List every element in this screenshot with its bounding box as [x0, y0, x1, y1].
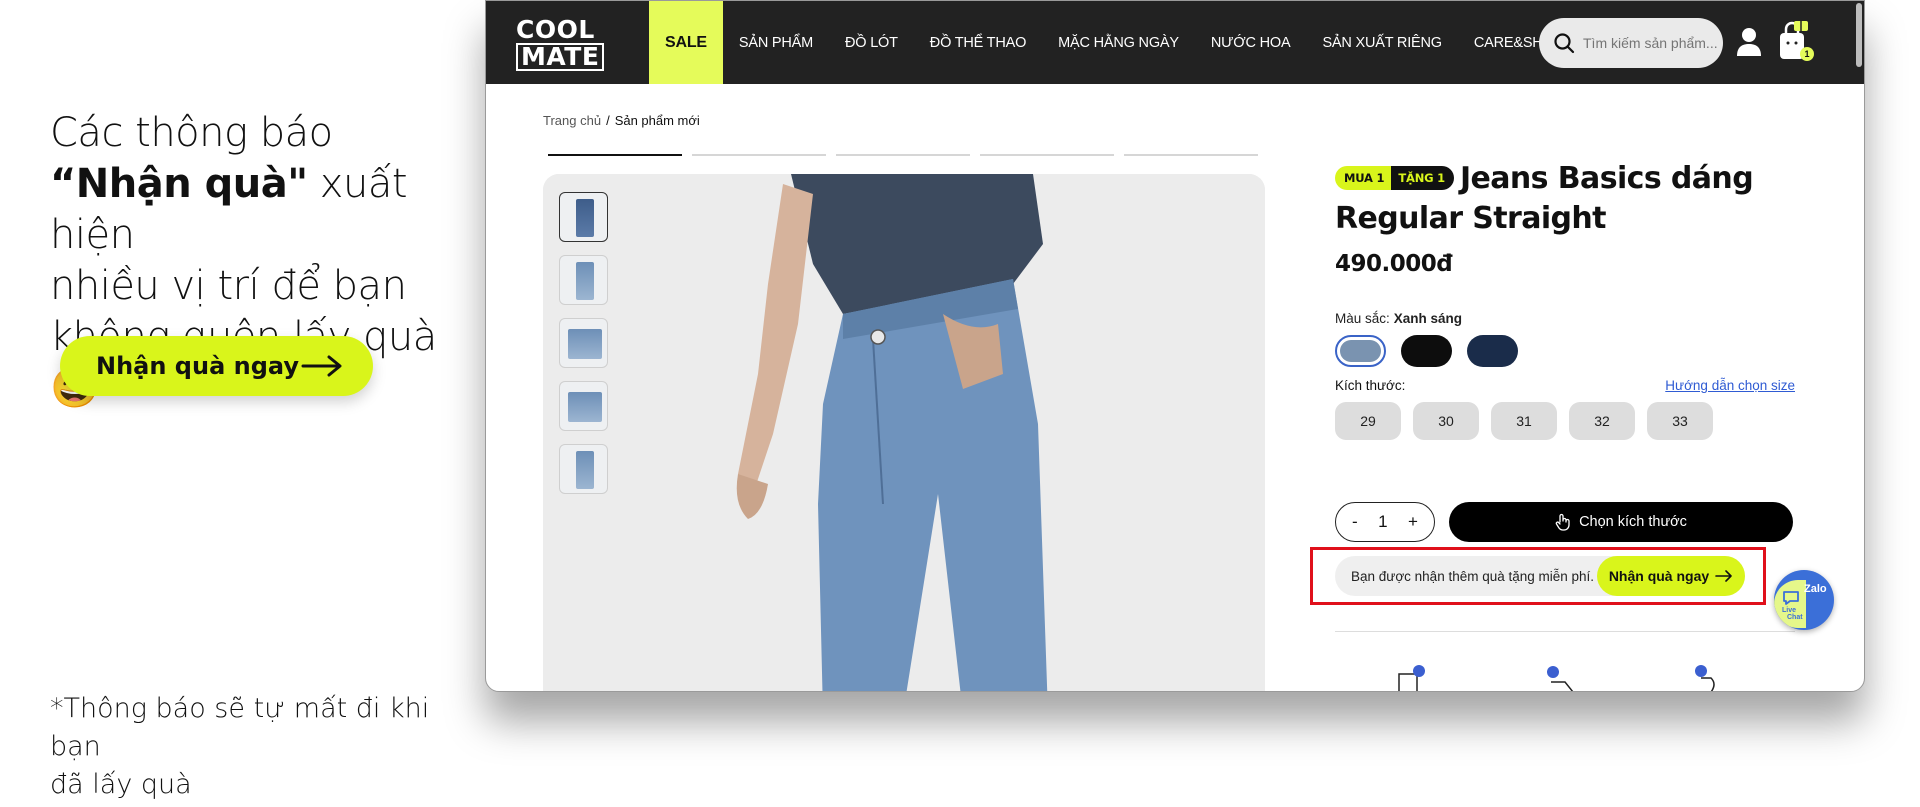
choose-size-label: Chọn kích thước: [1579, 514, 1687, 530]
color-label: Màu sắc: Xanh sáng: [1335, 311, 1463, 326]
color-swatch-light-blue[interactable]: [1335, 335, 1386, 367]
size-option[interactable]: 32: [1569, 402, 1635, 440]
color-swatch-navy[interactable]: [1467, 335, 1518, 367]
choose-size-button[interactable]: Chọn kích thước: [1449, 502, 1793, 542]
thumbnail[interactable]: [559, 255, 608, 305]
size-option[interactable]: 31: [1491, 402, 1557, 440]
breadcrumb-home[interactable]: Trang chủ: [543, 113, 601, 128]
promo-footnote: *Thông báo sẽ tự mất đi khi bạn đã lấy q…: [50, 693, 430, 800]
highlight-frame: [1310, 547, 1766, 605]
cart-count-badge: 1: [1800, 47, 1814, 61]
gallery-progress-bar[interactable]: [692, 154, 826, 156]
purchase-row: - 1 + Chọn kích thước: [1335, 502, 1793, 542]
hand-icon: [1555, 513, 1570, 531]
nav-item-sale[interactable]: SALE: [649, 1, 723, 84]
search-icon: [1554, 33, 1575, 54]
promo-get-gift-button[interactable]: Nhận quà ngay: [60, 336, 373, 396]
size-option[interactable]: 33: [1647, 402, 1713, 440]
delivery-time-icon: [1547, 666, 1574, 691]
product-photo: [543, 174, 1265, 691]
gallery-progress: [548, 154, 1258, 156]
zalo-live-chat-button[interactable]: Zalo Live Chat: [1774, 570, 1834, 630]
buy1-get1-badge: MUA 1 TẶNG 1: [1335, 166, 1454, 190]
divider: [1335, 631, 1795, 632]
color-swatch-black[interactable]: [1401, 335, 1452, 367]
size-option[interactable]: 29: [1335, 402, 1401, 440]
product-price: 490.000đ: [1335, 251, 1453, 277]
nav-menu: SALE SẢN PHẨM ĐỒ LÓT ĐỒ THỂ THAO MẶC HẰN…: [649, 1, 1588, 84]
gallery-progress-bar[interactable]: [980, 154, 1114, 156]
thumbnail[interactable]: [559, 444, 608, 494]
gallery-progress-bar[interactable]: [548, 154, 682, 156]
size-option[interactable]: 30: [1413, 402, 1479, 440]
browser-window: COOL MATE SALE SẢN PHẨM ĐỒ LÓT ĐỒ THỂ TH…: [485, 0, 1865, 692]
product-info: MUA 1 TẶNG 1 Jeans Basics dáng Regular St…: [1310, 159, 1795, 691]
nav-item-sportswear[interactable]: ĐỒ THỂ THAO: [914, 1, 1042, 84]
size-guide-link[interactable]: Hướng dẫn chọn size: [1665, 378, 1795, 393]
feature-icons: [1395, 664, 1725, 691]
nav-item-underwear[interactable]: ĐỒ LÓT: [829, 1, 914, 84]
size-label: Kích thước:: [1335, 378, 1406, 393]
promo-cta-label: Nhận quà ngay: [96, 352, 299, 380]
user-icon[interactable]: [1736, 27, 1762, 57]
thumbnail-list: [559, 192, 608, 494]
thumbnail[interactable]: [559, 381, 608, 431]
thumbnail[interactable]: [559, 318, 608, 368]
breadcrumb-current: Sản phẩm mới: [614, 113, 700, 128]
selected-color: Xanh sáng: [1393, 311, 1463, 326]
navbar: COOL MATE SALE SẢN PHẨM ĐỒ LÓT ĐỒ THỂ TH…: [486, 1, 1864, 84]
nav-item-products[interactable]: SẢN PHẨM: [723, 1, 829, 84]
search-input[interactable]: [1583, 35, 1718, 51]
chat-bubble-icon: [1783, 591, 1799, 605]
promo-line-1: Các thông báo: [50, 110, 333, 156]
coolmate-logo[interactable]: COOL MATE: [516, 16, 605, 71]
product-title-row: MUA 1 TẶNG 1 Jeans Basics dáng Regular St…: [1335, 159, 1795, 239]
nav-item-everyday[interactable]: MẶC HẰNG NGÀY: [1042, 1, 1195, 84]
quantity-stepper: - 1 +: [1335, 502, 1435, 542]
search-box[interactable]: [1539, 18, 1723, 68]
size-header: Kích thước: Hướng dẫn chọn size: [1335, 378, 1795, 393]
product-gallery[interactable]: [543, 174, 1265, 691]
scrollbar[interactable]: [1856, 3, 1862, 67]
zalo-label: Zalo: [1804, 583, 1827, 595]
breadcrumb: Trang chủ / Sản phẩm mới: [543, 113, 700, 128]
60-days-return-icon: [1695, 665, 1715, 691]
arrow-right-icon: [301, 355, 342, 377]
live-chat-label: Live Chat: [1782, 607, 1803, 621]
nav-item-perfume[interactable]: NƯỚC HOA: [1195, 1, 1307, 84]
gallery-progress-bar[interactable]: [836, 154, 970, 156]
color-swatches: [1335, 335, 1795, 367]
size-options: 29 30 31 32 33: [1335, 402, 1795, 440]
qty-plus-button[interactable]: +: [1408, 512, 1418, 532]
return-policy-icon: [1398, 665, 1425, 691]
nav-item-custom[interactable]: SẢN XUẤT RIÊNG: [1306, 1, 1457, 84]
promo-bold: “Nhận quà": [50, 161, 308, 207]
gallery-progress-bar[interactable]: [1124, 154, 1258, 156]
promo-line-3: nhiều vị trí để bạn: [50, 263, 407, 309]
qty-minus-button[interactable]: -: [1352, 512, 1358, 532]
qty-value[interactable]: 1: [1378, 512, 1387, 532]
thumbnail[interactable]: [559, 192, 608, 242]
